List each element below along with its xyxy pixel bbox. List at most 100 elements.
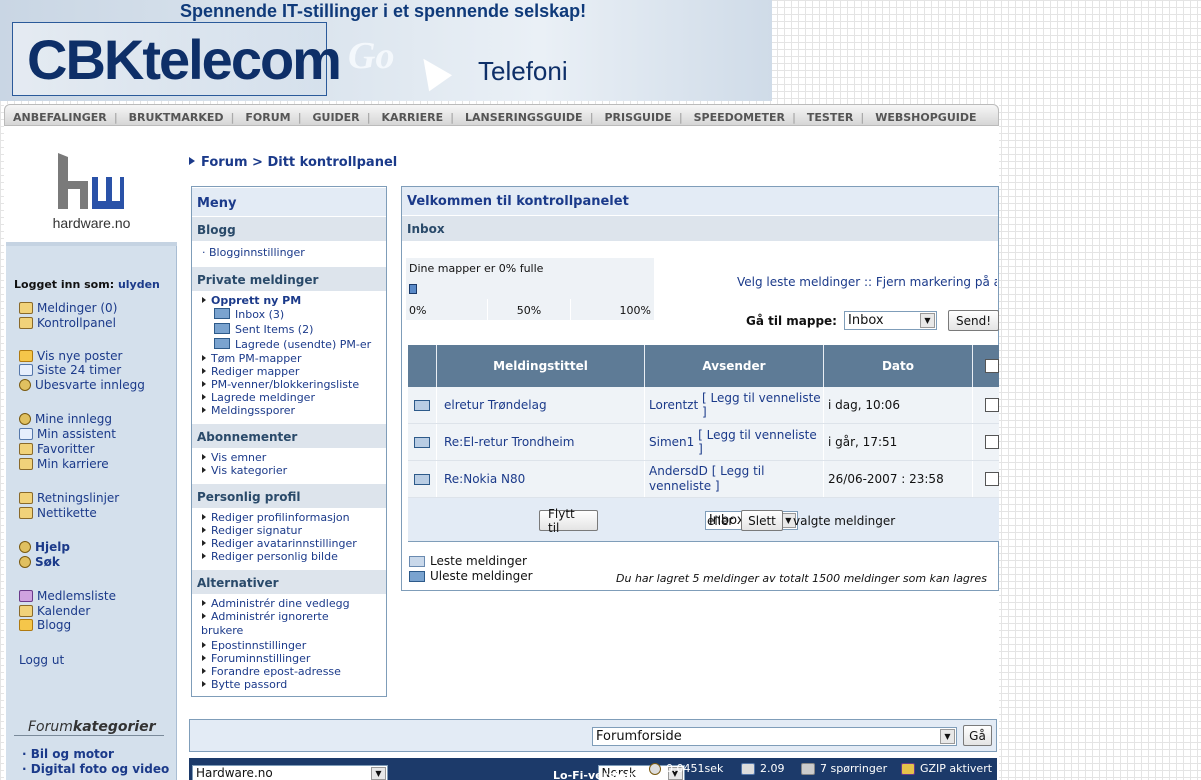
banner-ad[interactable]: Spennende IT-stillinger i et spennende s… bbox=[0, 0, 772, 101]
logout-link[interactable]: Logg ut bbox=[19, 653, 64, 667]
sender-link[interactable]: AndersdD bbox=[649, 464, 708, 478]
sidebar-link-medlemsliste[interactable]: Medlemsliste bbox=[19, 589, 116, 603]
menu-item-pm-venner[interactable]: PM-venner/blokkeringsliste bbox=[202, 378, 359, 391]
menu-folder-sent[interactable]: Sent Items (2) bbox=[214, 323, 313, 336]
menu-item-label: Meldingssporer bbox=[211, 404, 296, 417]
forum-jump-select[interactable]: Forumforside ▼ bbox=[592, 727, 957, 746]
col-select-all[interactable] bbox=[973, 345, 999, 387]
site-logo[interactable]: hardware.no bbox=[6, 134, 177, 246]
nav-anbefalinger[interactable]: ANBEFALINGER bbox=[13, 111, 107, 124]
add-buddy-link[interactable]: [ Legg til bbox=[712, 464, 765, 478]
search-icon bbox=[19, 379, 31, 391]
nav-prisguide[interactable]: PRISGUIDE bbox=[604, 111, 671, 124]
col-sender[interactable]: Avsender bbox=[645, 345, 824, 387]
sidebar-link-min-karriere[interactable]: Min karriere bbox=[19, 457, 109, 471]
menu-item-ignorerte-cont[interactable]: brukere bbox=[201, 624, 243, 637]
logged-in-label: Logget inn som: bbox=[14, 278, 115, 291]
goto-folder-select[interactable]: Inbox ▼ bbox=[844, 311, 937, 330]
footer-bar: Hardware.no ▼ Norsk ▼ Lo-Fi-version 0.0451… bbox=[189, 758, 997, 780]
username-link[interactable]: ulyden bbox=[118, 278, 160, 291]
menu-item-label: brukere bbox=[201, 624, 244, 637]
nav-tester[interactable]: TESTER bbox=[807, 111, 853, 124]
add-buddy-link-cont[interactable]: venneliste ] bbox=[649, 479, 720, 493]
message-title[interactable]: Re:Nokia N80 bbox=[444, 472, 525, 486]
sidebar-link-kontrollpanel[interactable]: Kontrollpanel bbox=[19, 316, 116, 330]
sidebar-link-kalender[interactable]: Kalender bbox=[19, 604, 90, 618]
menu-item-label: Administrér ignorerte bbox=[211, 610, 329, 623]
sidebar-link-siste-24[interactable]: Siste 24 timer bbox=[19, 363, 121, 377]
sidebar-link-sok[interactable]: Søk bbox=[19, 555, 60, 569]
menu-item-ignorerte[interactable]: Administrér ignorerte bbox=[202, 610, 329, 623]
nav-bruktmarked[interactable]: BRUKTMARKED bbox=[129, 111, 224, 124]
message-date: 26/06-2007 : 23:58 bbox=[824, 461, 973, 497]
menu-item-label: PM-venner/blokkeringsliste bbox=[211, 378, 360, 391]
menu-item-epostadresse[interactable]: Forandre epost-adresse bbox=[202, 665, 341, 678]
sidebar-link-favoritter[interactable]: Favoritter bbox=[19, 442, 95, 456]
sidebar-link-blogg[interactable]: Blogg bbox=[19, 618, 71, 632]
menu-item-passord[interactable]: Bytte passord bbox=[202, 678, 287, 691]
sidebar-link-meldinger[interactable]: Meldinger (0) bbox=[19, 301, 117, 315]
menu-item-signatur[interactable]: Rediger signatur bbox=[202, 524, 302, 537]
menu-item-epost[interactable]: Epostinnstillinger bbox=[202, 639, 306, 652]
nav-forum[interactable]: FORUM bbox=[245, 111, 290, 124]
message-title-link[interactable]: Re:El-retur Trondheim bbox=[437, 424, 645, 460]
row-checkbox[interactable] bbox=[985, 435, 999, 449]
sidebar-link-ubesvarte[interactable]: Ubesvarte innlegg bbox=[19, 378, 145, 392]
menu-item-tom[interactable]: Tøm PM-mapper bbox=[202, 352, 301, 365]
message-title[interactable]: Re:El-retur Trondheim bbox=[444, 435, 574, 449]
add-buddy-link[interactable]: [ Legg til venneliste ] bbox=[702, 391, 823, 419]
sidebar-link-label: Søk bbox=[35, 555, 60, 569]
menu-item-meldingssporer[interactable]: Meldingssporer bbox=[202, 404, 295, 417]
sidebar-link-vis-nye-poster[interactable]: Vis nye poster bbox=[19, 349, 122, 363]
move-button[interactable]: Flytt til bbox=[539, 507, 598, 535]
menu-item-blogginnstillinger[interactable]: · Blogginnstillinger bbox=[202, 246, 305, 259]
quota-fill bbox=[409, 284, 417, 294]
nav-webshopguide[interactable]: WEBSHOPGUIDE bbox=[875, 111, 976, 124]
message-title-link[interactable]: Re:Nokia N80 bbox=[437, 461, 645, 497]
sidebar-link-mine-innlegg[interactable]: Mine innlegg bbox=[19, 412, 112, 426]
send-button[interactable]: Send! bbox=[948, 310, 999, 331]
go-button[interactable]: Gå bbox=[963, 725, 992, 746]
menu-item-bilde[interactable]: Rediger personlig bilde bbox=[202, 550, 338, 563]
menu-item-label: Rediger mapper bbox=[211, 365, 300, 378]
nav-lanseringsguide[interactable]: LANSERINGSGUIDE bbox=[465, 111, 583, 124]
select-all-checkbox[interactable] bbox=[985, 359, 999, 373]
sender-link[interactable]: Lorentzt bbox=[649, 398, 698, 412]
row-checkbox[interactable] bbox=[985, 472, 999, 486]
col-date[interactable]: Dato bbox=[824, 345, 973, 387]
menu-item-rediger-mapper[interactable]: Rediger mapper bbox=[202, 365, 299, 378]
menu-item-vis-kategorier[interactable]: Vis kategorier bbox=[202, 464, 287, 477]
menu-item-avatar[interactable]: Rediger avatarinnstillinger bbox=[202, 537, 357, 550]
menu-item-vedlegg[interactable]: Administrér dine vedlegg bbox=[202, 597, 350, 610]
sender-link[interactable]: Simen1 bbox=[649, 435, 694, 449]
sidebar-link-retningslinjer[interactable]: Retningslinjer bbox=[19, 491, 119, 505]
breadcrumb: Forum > Ditt kontrollpanel bbox=[189, 155, 397, 170]
menu-item-vis-emner[interactable]: Vis emner bbox=[202, 451, 266, 464]
mark-links[interactable]: Velg leste meldinger :: Fjern markering … bbox=[737, 275, 997, 289]
row-checkbox[interactable] bbox=[985, 398, 999, 412]
breadcrumb-forum[interactable]: Forum bbox=[201, 155, 248, 170]
site-select[interactable]: Hardware.no ▼ bbox=[192, 765, 388, 780]
menu-folder-inbox[interactable]: Inbox (3) bbox=[214, 308, 284, 321]
add-buddy-link[interactable]: [ Legg til venneliste ] bbox=[698, 428, 823, 456]
menu-item-new-pm[interactable]: Opprett ny PM bbox=[202, 294, 301, 307]
sidebar-link-label: Vis nye poster bbox=[37, 349, 123, 363]
delete-button[interactable]: Slett bbox=[741, 510, 783, 531]
logged-in-info: Logget inn som: ulyden bbox=[14, 278, 160, 291]
menu-item-forum[interactable]: Foruminnstillinger bbox=[202, 652, 310, 665]
menu-item-profilinfo[interactable]: Rediger profilinformasjon bbox=[202, 511, 350, 524]
forumcat-foto[interactable]: · Digital foto og video bbox=[22, 762, 169, 776]
sidebar-link-nettikette[interactable]: Nettikette bbox=[19, 506, 97, 520]
nav-karriere[interactable]: KARRIERE bbox=[382, 111, 444, 124]
forumcat-bil[interactable]: · Bil og motor bbox=[22, 747, 114, 761]
nav-speedometer[interactable]: SPEEDOMETER bbox=[694, 111, 785, 124]
sidebar-link-min-assistent[interactable]: Min assistent bbox=[19, 427, 116, 441]
menu-item-lagrede[interactable]: Lagrede meldinger bbox=[202, 391, 315, 404]
lofi-link[interactable]: Lo-Fi-version bbox=[553, 769, 634, 780]
message-title[interactable]: elretur Trøndelag bbox=[444, 398, 547, 412]
message-title-link[interactable]: elretur Trøndelag bbox=[437, 387, 645, 423]
col-title[interactable]: Meldingstittel bbox=[437, 345, 645, 387]
sidebar-link-hjelp[interactable]: Hjelp bbox=[19, 540, 70, 554]
nav-guider[interactable]: GUIDER bbox=[312, 111, 359, 124]
menu-folder-drafts[interactable]: Lagrede (usendte) PM-er bbox=[214, 338, 371, 351]
